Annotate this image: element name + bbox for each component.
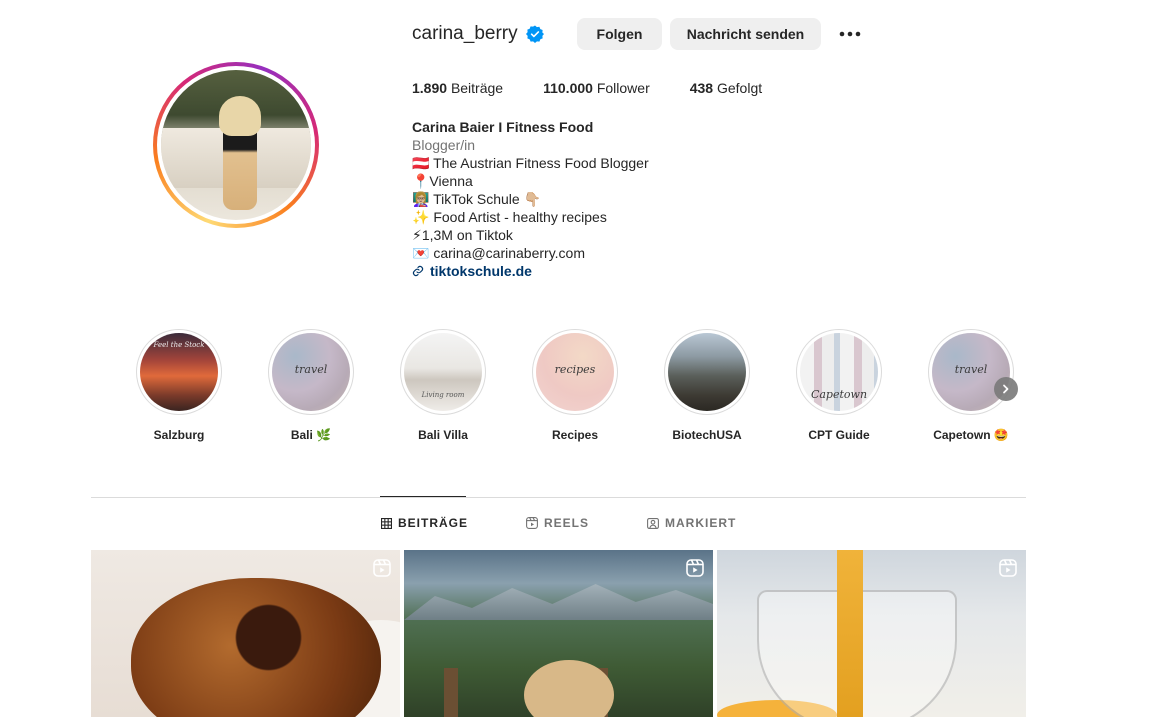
tab-tagged[interactable]: MARKIERT: [647, 516, 736, 530]
highlight-label: Recipes: [551, 428, 599, 442]
highlight-label: CPT Guide: [808, 428, 870, 442]
posts-count: 1.890: [412, 80, 448, 96]
send-message-button[interactable]: Nachricht senden: [670, 18, 821, 50]
reel-indicator-icon: [686, 559, 704, 577]
grid-icon: [381, 517, 392, 529]
avatar-image: [161, 70, 311, 220]
following-stat[interactable]: 438 Gefolgt: [690, 80, 762, 96]
highlight-biotechusa[interactable]: BiotechUSA: [662, 329, 752, 442]
post-tile[interactable]: [404, 550, 713, 717]
profile-page: carina_berry Folgen Nachricht senden 1.8…: [0, 0, 1164, 717]
reel-indicator-icon: [999, 559, 1017, 577]
following-label: Gefolgt: [716, 80, 763, 96]
reel-indicator-icon: [373, 559, 391, 577]
highlight-label: Capetown 🤩: [933, 428, 1009, 442]
bio-line: 🇦🇹 The Austrian Fitness Food Blogger: [412, 155, 649, 171]
highlight-salzburg[interactable]: Feel the Stock Salzburg: [134, 329, 224, 442]
highlight-bali-villa[interactable]: Living room Bali Villa: [398, 329, 488, 442]
username-row: carina_berry: [412, 18, 544, 50]
verified-badge-icon: [525, 25, 544, 43]
highlight-cover: recipes: [536, 333, 614, 411]
highlight-label: Bali Villa: [418, 428, 468, 442]
more-options-icon[interactable]: [838, 24, 862, 44]
tabs-divider: [91, 497, 1026, 498]
tab-reels[interactable]: REELS: [526, 516, 589, 530]
followers-label: Follower: [596, 80, 650, 96]
followers-count: 110.000: [543, 80, 593, 96]
reels-icon: [526, 517, 538, 529]
post-tile[interactable]: [717, 550, 1026, 717]
highlight-recipes[interactable]: recipes Recipes: [530, 329, 620, 442]
highlight-cover: travel: [272, 333, 350, 411]
bio-line: 👩🏼‍🏫 TikTok Schule 👇🏼: [412, 191, 542, 207]
posts-stat: 1.890 Beiträge: [412, 80, 503, 96]
bio-line: ✨ Food Artist - healthy recipes: [412, 209, 607, 225]
highlight-cover: travel: [932, 333, 1010, 411]
following-count: 438: [689, 80, 714, 96]
profile-avatar[interactable]: [153, 62, 319, 228]
bio-link[interactable]: tiktokschule.de: [412, 262, 832, 280]
profile-category: Blogger/in: [412, 137, 476, 153]
profile-stats: 1.890 Beiträge 110.000 Follower 438 Gefo…: [412, 80, 802, 96]
followers-stat[interactable]: 110.000 Follower: [543, 80, 650, 96]
highlight-bali[interactable]: travel Bali 🌿: [266, 329, 356, 442]
chevron-right-icon: [1003, 384, 1009, 394]
tab-label: BEITRÄGE: [398, 516, 469, 530]
highlight-cover: [668, 333, 746, 411]
profile-bio: Carina Baier I Fitness Food Blogger/in 🇦…: [412, 118, 832, 280]
display-name: Carina Baier I Fitness Food: [412, 119, 594, 135]
tab-label: MARKIERT: [665, 516, 737, 530]
link-icon: [412, 265, 424, 277]
highlights-next-button[interactable]: [994, 377, 1018, 401]
tab-label: REELS: [544, 516, 590, 530]
active-tab-indicator: [380, 496, 466, 497]
tab-posts[interactable]: BEITRÄGE: [381, 516, 468, 530]
post-tile[interactable]: [91, 550, 400, 717]
highlight-cover: Feel the Stock: [140, 333, 218, 411]
bio-link-text: tiktokschule.de: [430, 263, 532, 279]
highlight-label: BiotechUSA: [672, 428, 742, 442]
bio-line: ⚡1,3M on Tiktok: [412, 227, 513, 243]
posts-label: Beiträge: [450, 80, 504, 96]
bio-line: 💌 carina@carinaberry.com: [412, 245, 585, 261]
username: carina_berry: [412, 23, 518, 44]
tagged-icon: [647, 518, 659, 529]
highlight-label: Salzburg: [153, 428, 205, 442]
highlight-cpt-guide[interactable]: Capetown CPT Guide: [794, 329, 884, 442]
bio-line: 📍Vienna: [412, 173, 473, 189]
highlight-cover: Living room: [404, 333, 482, 411]
highlight-cover: Capetown: [800, 333, 878, 411]
highlight-label: Bali 🌿: [290, 428, 332, 442]
follow-button[interactable]: Folgen: [577, 18, 662, 50]
